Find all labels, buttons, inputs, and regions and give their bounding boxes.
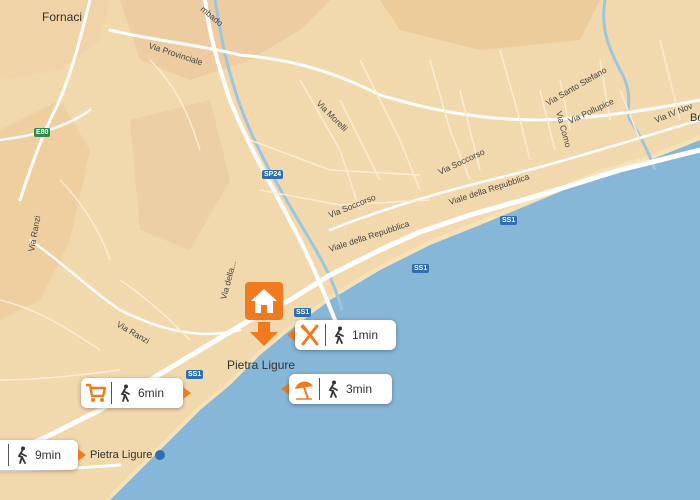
- road-shield-ss1-d: SS1: [186, 370, 204, 379]
- town-label-bo: Bo: [690, 112, 700, 124]
- shopping-cart-icon: [81, 378, 111, 408]
- station-label-pietra-ligure: Pietra Ligure: [90, 449, 166, 461]
- callout-time: 6min: [138, 386, 165, 400]
- callout-pointer: [287, 329, 295, 341]
- train-icon: [0, 440, 8, 470]
- station-name: Pietra Ligure: [90, 449, 153, 461]
- map-canvas[interactable]: Via Provinciale mbado Via Morelli Via Sa…: [0, 0, 700, 500]
- road-shield-ss1-b: SS1: [412, 264, 430, 273]
- callout-pointer: [78, 449, 86, 461]
- road-shield-ss1-c: SS1: [294, 308, 312, 317]
- walk-icon: [9, 440, 35, 470]
- callout-shopping[interactable]: 6min: [81, 378, 183, 408]
- callout-restaurant[interactable]: 1min: [295, 320, 396, 350]
- road-shield-ss1-a: SS1: [500, 216, 518, 225]
- callout-time: 9min: [35, 448, 62, 462]
- restaurant-icon: [295, 320, 325, 350]
- beach-umbrella-icon: [289, 374, 319, 404]
- callout-pointer: [281, 383, 289, 395]
- walk-icon: [326, 320, 352, 350]
- callout-pointer: [183, 387, 191, 399]
- road-shield-sp24: SP24: [262, 170, 284, 179]
- callout-train[interactable]: 9min: [0, 440, 78, 470]
- train-station-icon: [155, 450, 166, 460]
- callout-time: 3min: [346, 382, 373, 396]
- home-icon: [245, 282, 283, 346]
- walk-icon: [320, 374, 346, 404]
- town-label-fornaci: Fornaci: [42, 10, 83, 24]
- callout-time: 1min: [352, 328, 379, 342]
- road-shield-e80: E80: [34, 128, 51, 137]
- walk-icon: [112, 378, 138, 408]
- home-marker[interactable]: [244, 282, 284, 348]
- town-label-pietra-ligure: Pietra Ligure: [227, 358, 296, 372]
- callout-beach[interactable]: 3min: [289, 374, 392, 404]
